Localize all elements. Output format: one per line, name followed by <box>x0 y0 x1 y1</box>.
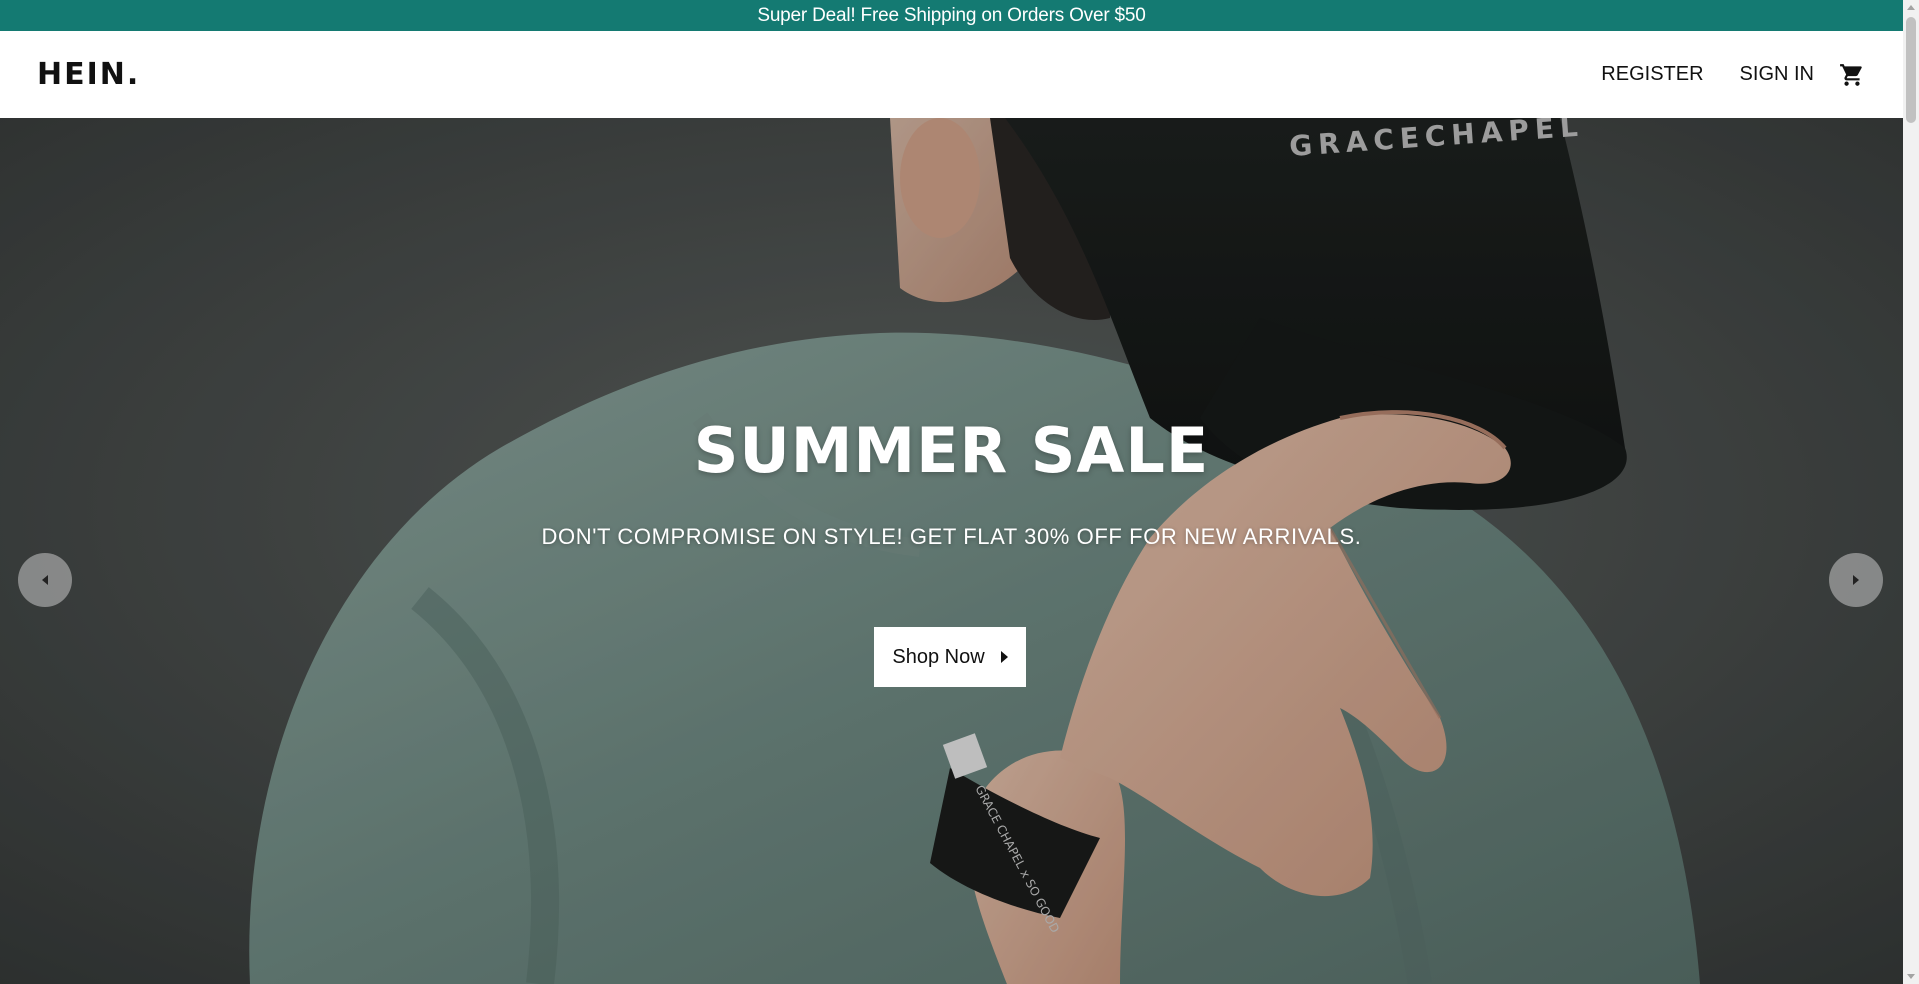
announcement-text: Super Deal! Free Shipping on Orders Over… <box>757 4 1146 26</box>
page: Super Deal! Free Shipping on Orders Over… <box>0 0 1919 984</box>
site-header: HEIN. REGISTER SIGN IN <box>0 31 1903 118</box>
slider-prev-button[interactable] <box>18 553 72 607</box>
shopping-cart-icon[interactable] <box>1838 61 1866 89</box>
scrollbar-thumb[interactable] <box>1906 17 1916 123</box>
hero-subtitle: DON'T COMPROMISE ON STYLE! GET FLAT 30% … <box>541 524 1362 549</box>
header-nav: REGISTER SIGN IN <box>1601 61 1866 89</box>
hero-content: SUMMER SALE DON'T COMPROMISE ON STYLE! G… <box>0 118 1903 984</box>
hero-banner: GRACECHAPEL GRACE CHAPEL x SO GOOD SUMME… <box>0 118 1903 984</box>
caret-right-icon <box>1853 575 1859 585</box>
shop-now-label: Shop Now <box>892 645 985 668</box>
slider-next-button[interactable] <box>1829 553 1883 607</box>
vertical-scrollbar[interactable] <box>1903 0 1919 984</box>
sign-in-link[interactable]: SIGN IN <box>1740 63 1814 86</box>
logo[interactable]: HEIN. <box>37 57 140 92</box>
hero-title: SUMMER SALE <box>693 414 1210 487</box>
caret-left-icon <box>42 575 48 585</box>
scroll-up-arrow-icon[interactable] <box>1907 5 1915 10</box>
register-link[interactable]: REGISTER <box>1601 63 1703 86</box>
announcement-bar: Super Deal! Free Shipping on Orders Over… <box>0 0 1903 31</box>
shop-now-button[interactable]: Shop Now <box>874 627 1026 687</box>
caret-right-icon <box>1000 651 1008 663</box>
scroll-down-arrow-icon[interactable] <box>1907 974 1915 979</box>
